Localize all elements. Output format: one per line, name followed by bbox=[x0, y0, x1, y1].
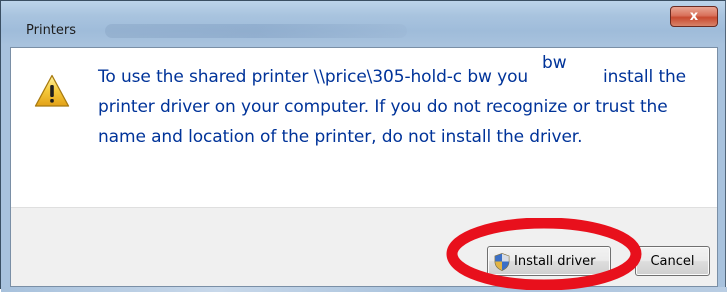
close-button[interactable]: x bbox=[670, 6, 718, 27]
red-annotation-circle bbox=[446, 218, 642, 290]
cancel-button[interactable]: Cancel bbox=[635, 246, 710, 276]
warning-triangle-icon bbox=[34, 74, 70, 107]
title-bar-background-glass bbox=[105, 24, 407, 38]
cancel-label: Cancel bbox=[650, 253, 695, 269]
message-text: To use the shared printer \\price\305-ho… bbox=[98, 67, 687, 147]
redaction-overlay-label: bw bbox=[534, 48, 600, 85]
title-bar[interactable]: Printers x bbox=[1, 1, 727, 47]
close-icon: x bbox=[689, 9, 699, 24]
message-area: To use the shared printer \\price\305-ho… bbox=[11, 48, 717, 207]
window-title: Printers bbox=[26, 23, 77, 38]
